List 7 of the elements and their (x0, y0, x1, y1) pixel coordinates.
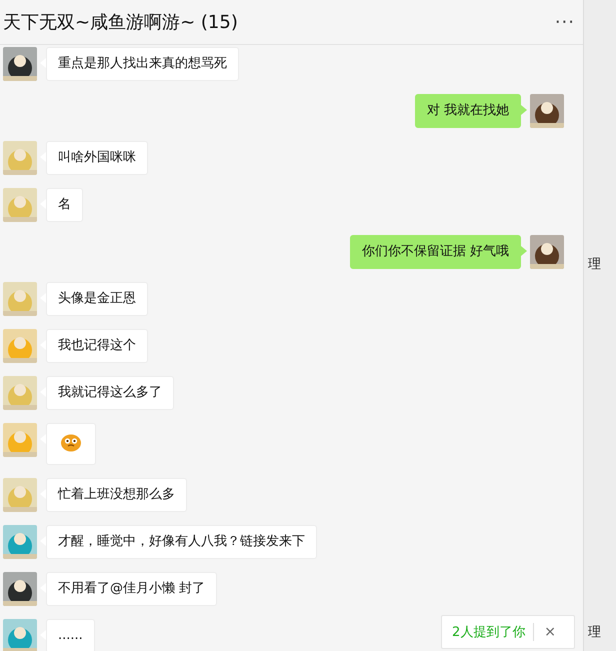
side-text: 理 (587, 624, 602, 641)
chat-title: 天下无双~咸鱼游啊游~ (15) (3, 11, 238, 34)
mention-text[interactable]: 2人提到了你 (442, 623, 534, 641)
sticker-icon (60, 432, 82, 452)
side-text: 理 (587, 256, 602, 273)
close-button[interactable]: × (538, 624, 562, 640)
more-menu-button[interactable]: ··· (554, 12, 579, 32)
